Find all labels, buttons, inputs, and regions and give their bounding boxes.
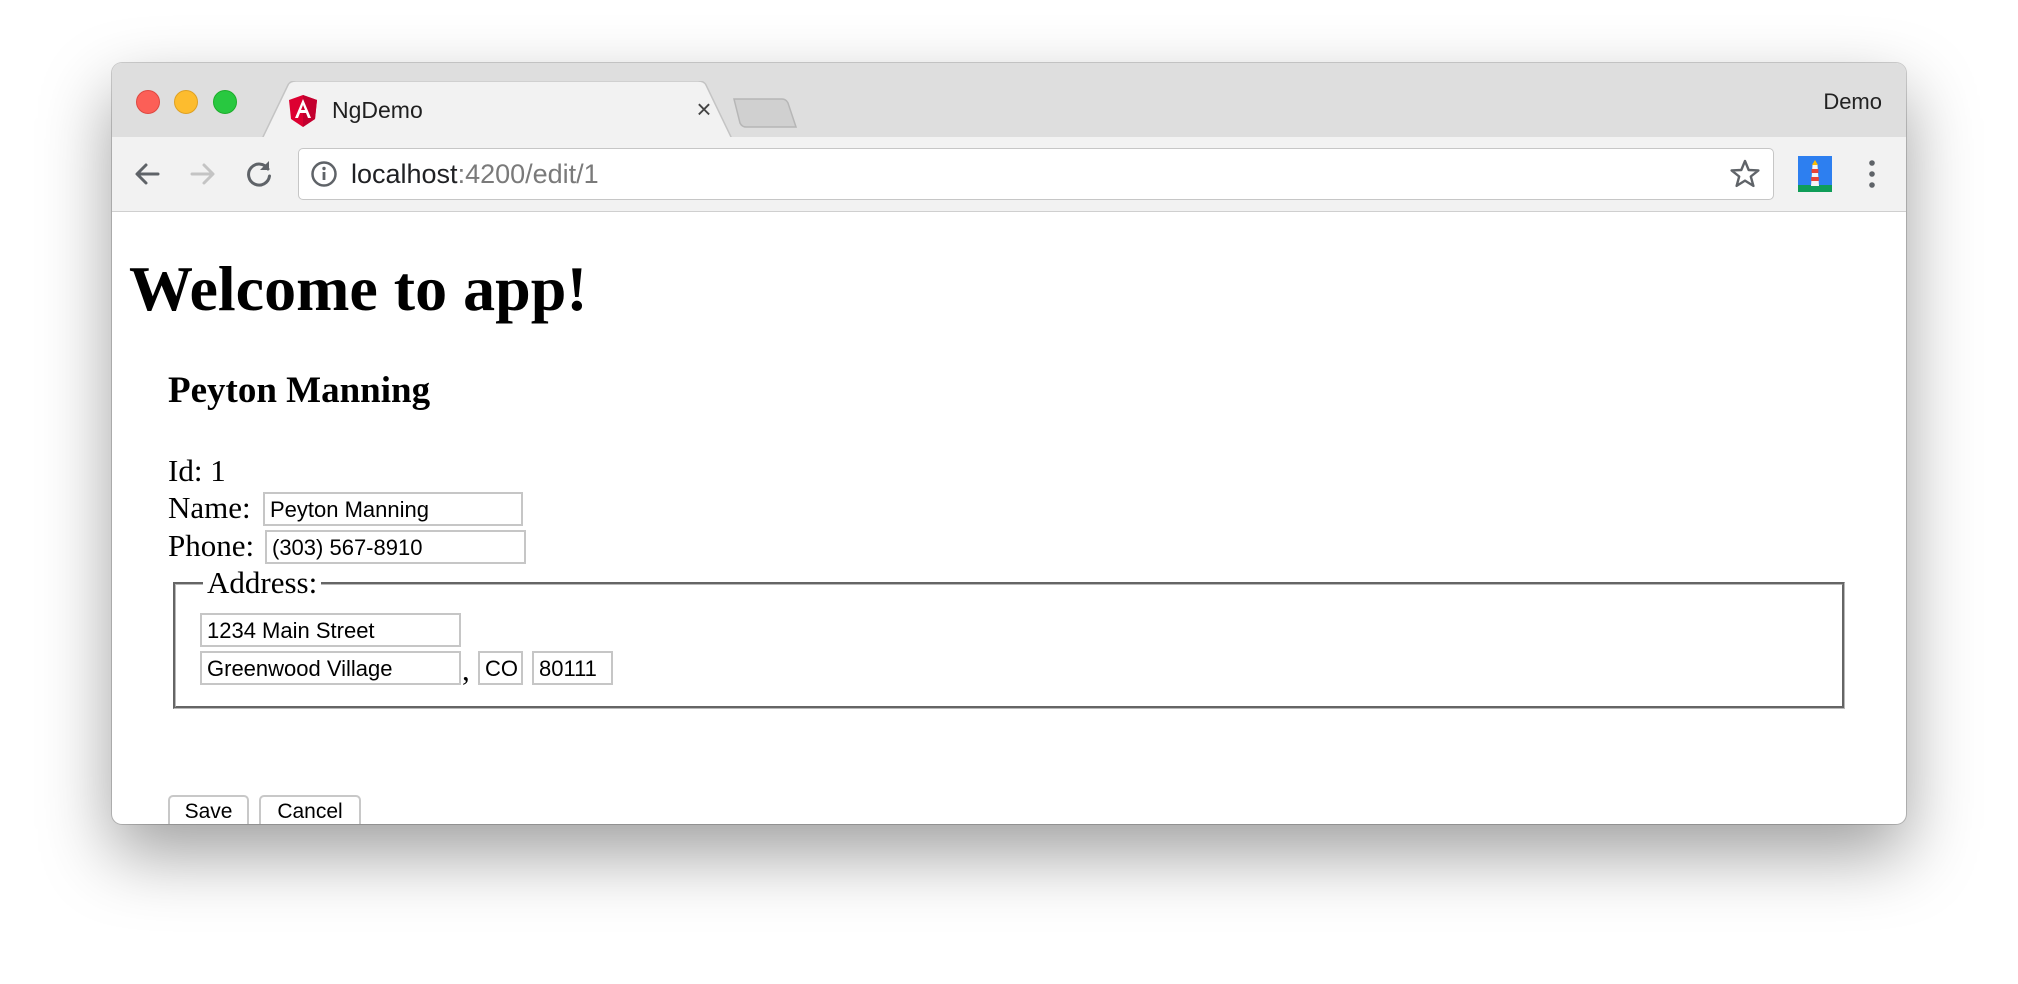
- new-tab-button[interactable]: [732, 97, 798, 129]
- street-input[interactable]: 1234 Main Street: [200, 613, 461, 647]
- reload-icon[interactable]: [242, 157, 276, 191]
- url-path: :4200/edit/1: [457, 159, 599, 189]
- zoom-window-button[interactable]: [213, 90, 237, 114]
- forward-arrow-icon[interactable]: [186, 157, 220, 191]
- title-bar: NgDemo × Demo: [112, 63, 1906, 139]
- close-window-button[interactable]: [136, 90, 160, 114]
- back-arrow-icon[interactable]: [130, 157, 164, 191]
- angular-logo-icon: [289, 95, 317, 127]
- state-input[interactable]: CO: [478, 651, 523, 685]
- name-input[interactable]: Peyton Manning: [263, 492, 523, 526]
- lighthouse-extension-icon[interactable]: [1798, 156, 1832, 192]
- kebab-menu-icon[interactable]: [1862, 156, 1882, 192]
- minimize-window-button[interactable]: [174, 90, 198, 114]
- zip-input[interactable]: 80111: [532, 651, 613, 685]
- info-icon[interactable]: [309, 159, 339, 189]
- phone-row: Phone:: [168, 528, 254, 564]
- page-content: Welcome to app! Peyton Manning Id: 1 Nam…: [112, 212, 1906, 824]
- name-label: Name:: [168, 490, 251, 525]
- page-title: Welcome to app!: [129, 253, 588, 324]
- id-value: 1: [210, 453, 226, 488]
- tab-ngdemo[interactable]: NgDemo ×: [262, 81, 732, 139]
- tab-title: NgDemo: [332, 97, 423, 123]
- tab-close-icon[interactable]: ×: [690, 95, 718, 123]
- name-row: Name:: [168, 490, 251, 526]
- city-input[interactable]: Greenwood Village: [200, 651, 461, 685]
- star-icon[interactable]: [1729, 158, 1761, 190]
- address-legend: Address:: [203, 565, 322, 601]
- url-host: localhost: [351, 159, 458, 189]
- profile-name[interactable]: Demo: [1823, 89, 1882, 115]
- phone-label: Phone:: [168, 528, 255, 563]
- browser-window: NgDemo × Demo localhost:4200/edit/1 Welc…: [112, 63, 1906, 824]
- toolbar: localhost:4200/edit/1: [112, 137, 1906, 212]
- id-label: Id:: [168, 453, 203, 488]
- city-state-separator: ,: [462, 652, 470, 687]
- cancel-button[interactable]: Cancel: [259, 795, 361, 824]
- address-bar[interactable]: localhost:4200/edit/1: [298, 148, 1774, 200]
- phone-input[interactable]: (303) 567-8910: [265, 530, 526, 564]
- id-row: Id: 1: [168, 453, 226, 489]
- person-heading: Peyton Manning: [168, 370, 431, 411]
- save-button[interactable]: Save: [168, 795, 249, 824]
- url-text: localhost:4200/edit/1: [351, 159, 599, 190]
